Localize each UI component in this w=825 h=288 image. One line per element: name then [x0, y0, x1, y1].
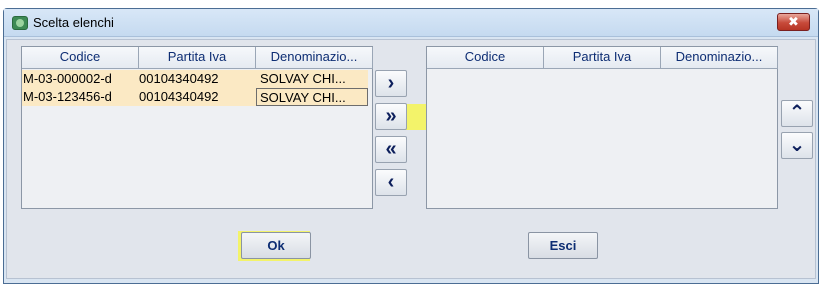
table-row[interactable]: M-03-123456-d 00104340492 SOLVAY CHI...	[22, 88, 368, 106]
close-button[interactable]: ✖	[777, 13, 810, 31]
column-header-codice[interactable]: Codice	[22, 47, 139, 69]
selected-list-header: Codice Partita Iva Denominazio...	[427, 47, 778, 69]
window-title: Scelta elenchi	[33, 15, 114, 30]
move-one-right-button[interactable]: ›	[375, 70, 407, 97]
available-list[interactable]: Codice Partita Iva Denominazio... M-03-0…	[21, 46, 373, 209]
cell-denominazione: SOLVAY CHI...	[256, 70, 368, 88]
move-up-button[interactable]: ⌃	[781, 100, 813, 127]
column-header-partita-iva[interactable]: Partita Iva	[139, 47, 256, 69]
column-header-denominazione[interactable]: Denominazio...	[661, 47, 778, 69]
selected-list[interactable]: Codice Partita Iva Denominazio...	[426, 46, 778, 209]
cell-codice: M-03-123456-d	[22, 88, 138, 106]
exit-button[interactable]: Esci	[528, 232, 598, 259]
dialog-window: Scelta elenchi ✖ Codice Partita Iva Deno…	[3, 8, 819, 284]
move-one-left-button[interactable]: ‹	[375, 169, 407, 196]
cell-partita-iva: 00104340492	[138, 70, 256, 88]
cell-partita-iva: 00104340492	[138, 88, 256, 106]
app-icon	[12, 16, 28, 30]
column-header-denominazione[interactable]: Denominazio...	[256, 47, 373, 69]
dialog-content: Codice Partita Iva Denominazio... M-03-0…	[6, 39, 816, 279]
move-all-left-button[interactable]: «	[375, 136, 407, 163]
ok-button[interactable]: Ok	[241, 232, 311, 259]
title-bar: Scelta elenchi ✖	[4, 9, 818, 37]
move-all-right-button[interactable]: »	[375, 103, 407, 130]
column-header-partita-iva[interactable]: Partita Iva	[544, 47, 661, 69]
move-down-button[interactable]: ⌄	[781, 132, 813, 159]
column-header-codice[interactable]: Codice	[427, 47, 544, 69]
available-list-header: Codice Partita Iva Denominazio...	[22, 47, 373, 69]
cell-codice: M-03-000002-d	[22, 70, 138, 88]
cell-denominazione: SOLVAY CHI...	[256, 88, 368, 106]
table-row[interactable]: M-03-000002-d 00104340492 SOLVAY CHI...	[22, 70, 368, 88]
